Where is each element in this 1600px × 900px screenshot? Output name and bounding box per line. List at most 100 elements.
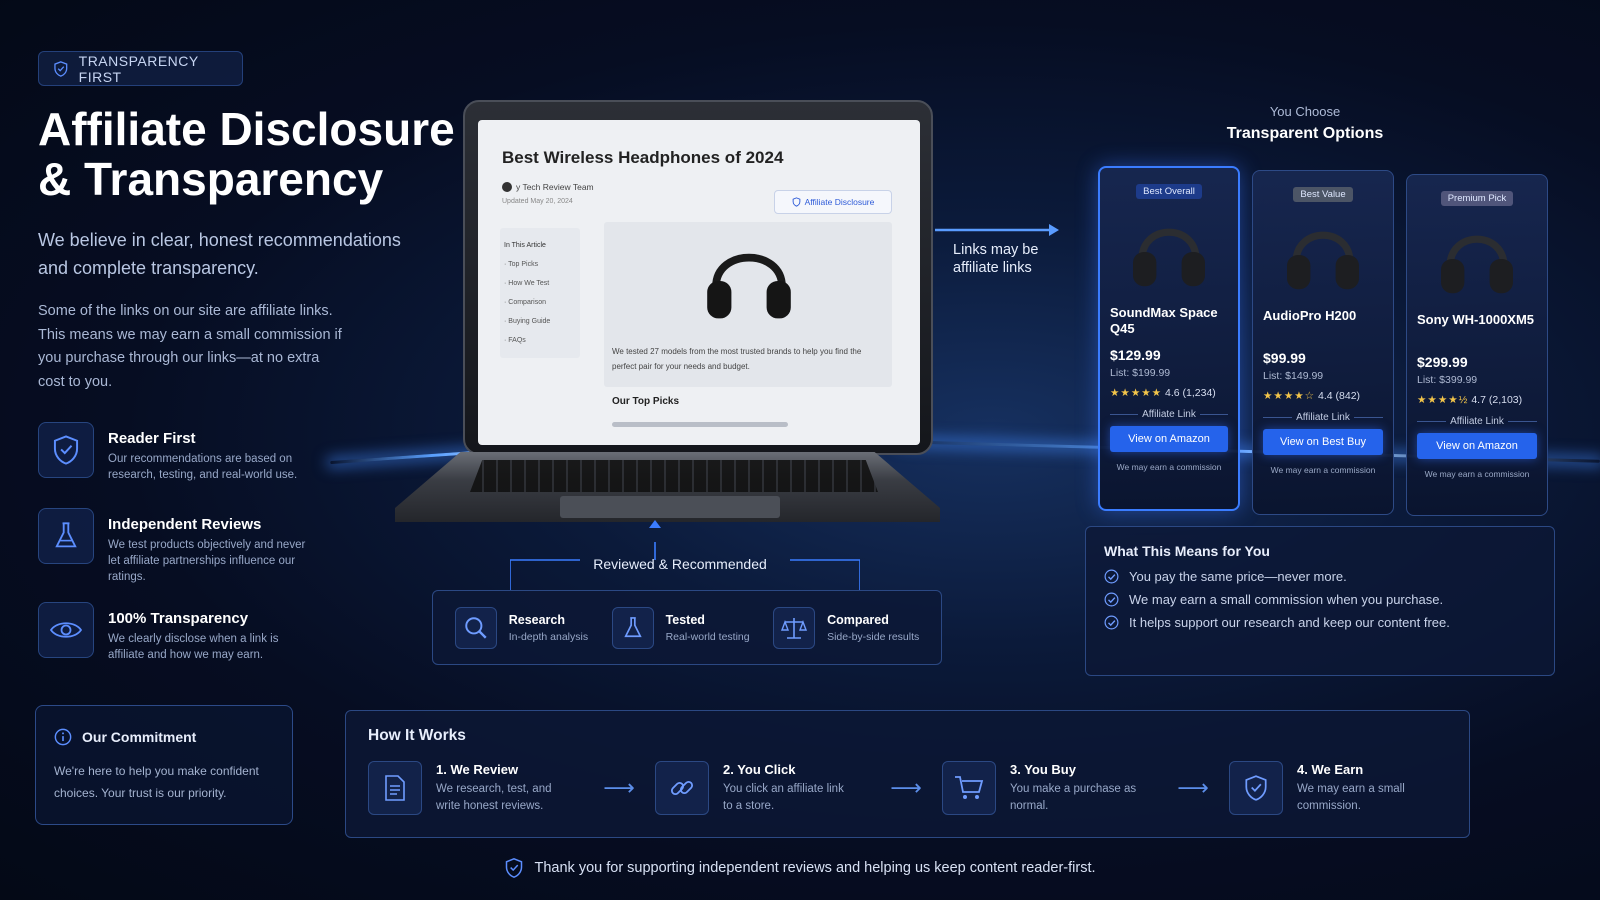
shield-check-icon [506,858,523,878]
product-price: $99.99 [1263,350,1306,366]
article-scrollbar[interactable] [612,422,788,427]
reviewed-desc: Real-world testing [665,630,750,643]
rating-text: 4.6 (1,234) [1165,387,1216,399]
article-title: Best Wireless Headphones of 2024 [502,148,784,167]
product-rating: ★★★★½ 4.7 (2,103) [1417,394,1537,406]
step-earn: 4. We Earn We may earn a small commission… [1229,761,1444,815]
toc-item[interactable]: · Buying Guide [504,312,576,331]
toc-title: In This Article [504,242,546,249]
means-title: What This Means for You [1104,543,1270,559]
feature-desc: We test products objectively and never l… [108,539,306,583]
product-price: $299.99 [1417,354,1468,370]
thanks-text: Thank you for supporting independent rev… [534,860,1096,876]
article-section-title: Our Top Picks [612,396,680,407]
step-title: 1. We Review [436,761,519,777]
step-title: 4. We Earn [1297,761,1364,777]
shield-check-icon [792,197,800,207]
flask-icon [611,606,654,649]
link-icon [655,761,709,815]
affiliate-link-label: Affiliate Link [1110,409,1228,420]
toc-item[interactable]: · Comparison [504,293,576,312]
commission-note: We may earn a commission [1424,469,1530,479]
shield-check-icon [1229,761,1283,815]
means-item: It helps support our research and keep o… [1104,615,1536,630]
headphones-icon [707,253,791,319]
headphones-icon [1133,228,1205,287]
affiliate-link-label: Affiliate Link [1417,416,1537,427]
arrow-right-icon: ⟶ [890,775,922,800]
product-card-sony[interactable]: Premium Pick Sony WH-1000XM5 $299.99 Lis… [1406,174,1548,516]
intro-paragraph: Some of the links on our site are affili… [38,303,342,390]
commitment-title: Our Commitment [54,728,274,746]
means-item: You pay the same price—never more. [1104,569,1536,584]
headphones-icon [1287,231,1359,290]
toc-item[interactable]: · Top Picks [504,255,576,274]
article-body: We tested 27 models from the most truste… [612,347,862,371]
feature-desc: Our recommendations are based on researc… [108,453,298,481]
commitment-text: We're here to help you make confident ch… [54,764,259,800]
feature-reader-first: Reader First Our recommendations are base… [38,422,338,483]
step-title: 2. You Click [723,761,796,777]
product-price: $129.99 [1110,347,1161,363]
commission-note: We may earn a commission [1270,465,1376,475]
toc-item[interactable]: · How We Test [504,274,576,293]
title-line-2: & Transparency [38,153,384,205]
eye-icon [38,602,94,658]
rating-text: 4.7 (2,103) [1471,394,1523,406]
disclosure-label: Affiliate Disclosure [804,197,875,207]
cart-icon [942,761,996,815]
means-item-text: You pay the same price—never more. [1129,569,1347,584]
reviewed-label: Reviewed & Recommended [593,556,767,572]
bracket-connector [510,520,860,590]
arrow-right-icon [935,224,1059,236]
affiliate-link-label: Affiliate Link [1263,412,1383,423]
choose-heading: You Choose Transparent Options [1205,104,1405,143]
product-list-price: List: $149.99 [1263,370,1324,382]
affiliate-disclosure-button[interactable]: Affiliate Disclosure [774,190,892,214]
reviewed-item-research: Research In-depth analysis [454,606,588,649]
laptop-keyboard [470,460,878,492]
means-item-text: We may earn a small commission when you … [1129,592,1444,607]
feature-transparency: 100% Transparency We clearly disclose whe… [38,602,338,663]
check-circle-icon [1104,569,1119,584]
headphones-icon [1441,235,1513,294]
product-card-audiopro[interactable]: Best Value AudioPro H200 $99.99 List: $1… [1252,170,1394,515]
scales-icon [773,606,816,649]
arrow-right-icon: ⟶ [1177,775,1209,800]
star-rating-icon: ★★★★☆ [1263,390,1316,402]
product-rating: ★★★★☆ 4.4 (842) [1263,390,1383,402]
shield-check-icon [54,60,68,77]
reviewed-title: Tested [665,612,705,627]
product-name: AudioPro H200 [1263,308,1357,323]
reviewed-title: Compared [827,612,889,627]
product-name: Sony WH-1000XM5 [1417,312,1535,327]
feature-independent-reviews: Independent Reviews We test products obje… [38,508,338,585]
step-buy: 3. You Buy You make a purchase as normal. [942,761,1157,815]
article-date: Updated May 20, 2024 [502,198,573,205]
transparency-badge: TRANSPARENCY FIRST [38,51,243,86]
step-title: 3. You Buy [1010,761,1076,777]
commitment-box: Our Commitment We're here to help you ma… [35,705,293,825]
arrow-right-icon: ⟶ [603,775,635,800]
view-on-best-buy-button[interactable]: View on Best Buy [1263,429,1383,455]
laptop-trackpad [560,496,780,518]
reviewed-item-compared: Compared Side-by-side results [773,606,919,649]
feature-title: Independent Reviews [108,516,262,533]
step-desc: You click an affiliate link to a store. [723,782,844,812]
choose-kicker: You Choose [1269,104,1341,119]
product-tag: Premium Pick [1440,191,1514,206]
step-click: 2. You Click You click an affiliate link … [655,761,870,815]
table-of-contents: In This Article · Top Picks · How We Tes… [500,228,580,358]
how-title: How It Works [368,727,466,744]
product-card-soundmax[interactable]: Best Overall SoundMax Space Q45 $129.99 … [1098,166,1240,511]
magnifier-icon [454,606,497,649]
product-name: SoundMax Space Q45 [1110,305,1218,336]
feature-title: 100% Transparency [108,610,249,627]
view-on-amazon-button[interactable]: View on Amazon [1417,433,1537,459]
commission-note: We may earn a commission [1116,462,1222,472]
choose-title: Transparent Options [1226,125,1384,142]
laptop-screen: Best Wireless Headphones of 2024 y Tech … [478,120,920,445]
toc-item[interactable]: · FAQs [504,331,576,350]
author-avatar [502,182,512,192]
view-on-amazon-button[interactable]: View on Amazon [1110,426,1228,452]
